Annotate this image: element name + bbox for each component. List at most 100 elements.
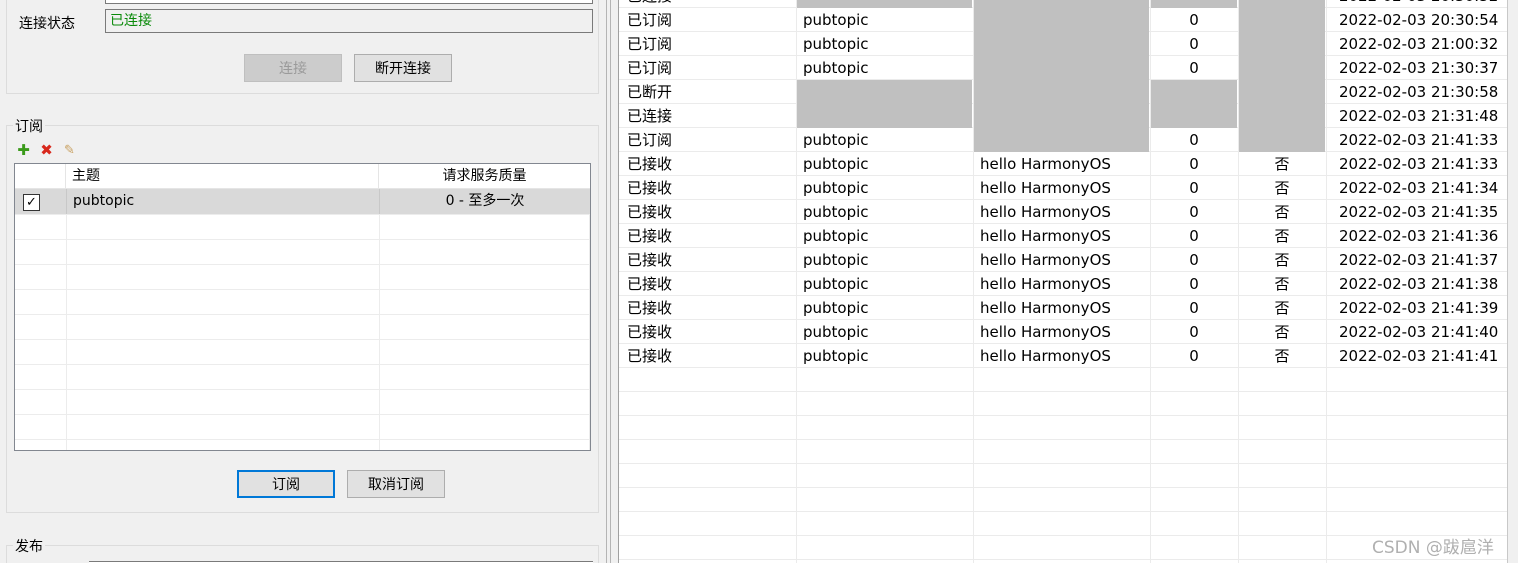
log-cell-time: 2022-02-03 21:41:38 (1339, 275, 1499, 293)
log-cell-qos: 0 (1189, 11, 1199, 29)
table-row[interactable]: 已接收 pubtopic hello HarmonyOS 0 否 2022-02-03 2… (619, 176, 1508, 200)
table-row[interactable]: 已订阅 pubtopic 0 2022-02-03 21:00:32 (619, 32, 1508, 56)
log-cell-event: 已订阅 (627, 131, 673, 149)
log-cell-event: 已接收 (627, 323, 673, 341)
unsubscribe-button[interactable]: 取消订阅 (347, 470, 445, 498)
log-cell-event: 已断开 (627, 83, 673, 101)
log-cell-retained (1239, 56, 1325, 80)
subscription-table: 主题 请求服务质量 ✓ pubtopic 0 - 至多一次 (14, 163, 591, 451)
qos-cell[interactable]: 0 - 至多一次 (379, 189, 590, 214)
log-cell-retained (1239, 32, 1325, 56)
connect-button[interactable]: 连接 (244, 54, 342, 82)
log-cell-qos: 0 (1189, 347, 1199, 365)
table-row[interactable]: 已连接 2022-02-03 21:31:48 (619, 104, 1508, 128)
log-cell-retained: 否 (1274, 203, 1290, 221)
log-cell-message (974, 104, 1149, 128)
log-cell-time: 2022-02-03 21:31:48 (1339, 107, 1499, 125)
log-cell-retained: 否 (1274, 275, 1290, 293)
log-cell-message (974, 56, 1149, 80)
log-cell-message: hello HarmonyOS (980, 155, 1111, 173)
eraser-icon[interactable]: ✎ (62, 143, 77, 158)
log-cell-qos: 0 (1189, 155, 1199, 173)
table-row[interactable]: 已订阅 pubtopic 0 2022-02-03 21:30:37 (619, 56, 1508, 80)
log-cell-event: 已订阅 (627, 59, 673, 77)
table-row[interactable]: ✓ pubtopic 0 - 至多一次 (15, 189, 590, 214)
log-cell-event: 已接收 (627, 275, 673, 293)
header-qos[interactable]: 请求服务质量 (379, 164, 590, 189)
log-cell-message: hello HarmonyOS (980, 179, 1111, 197)
log-cell-event: 已接收 (627, 251, 673, 269)
disconnect-button[interactable]: 断开连接 (354, 54, 452, 82)
log-cell-retained (1239, 0, 1325, 8)
log-cell-time: 2022-02-03 21:41:33 (1339, 131, 1499, 149)
table-row[interactable]: 已订阅 pubtopic 0 2022-02-03 20:30:54 (619, 8, 1508, 32)
log-cell-message: hello HarmonyOS (980, 323, 1111, 341)
log-cell-event: 已接收 (627, 155, 673, 173)
log-cell-retained (1239, 104, 1325, 128)
log-cell-event: 已连接 (627, 107, 673, 125)
log-cell-qos: 0 (1189, 35, 1199, 53)
log-cell-retained: 否 (1274, 227, 1290, 245)
subscription-table-header: 主题 请求服务质量 (15, 164, 590, 189)
log-cell-message (974, 8, 1149, 32)
log-cell-event: 已连接 (619, 0, 795, 8)
plus-icon[interactable]: ✚ (16, 143, 31, 158)
log-cell-qos: 0 (1189, 275, 1199, 293)
log-cell-message: hello HarmonyOS (980, 227, 1111, 245)
log-cell-message: hello HarmonyOS (980, 203, 1111, 221)
log-cell-event: 已订阅 (627, 11, 673, 29)
table-row[interactable]: 已接收 pubtopic hello HarmonyOS 0 否 2022-02-03 2… (619, 344, 1508, 368)
table-row[interactable]: 已接收 pubtopic hello HarmonyOS 0 否 2022-02-03 2… (619, 200, 1508, 224)
table-row[interactable]: 已接收 pubtopic hello HarmonyOS 0 否 2022-02-03 2… (619, 296, 1508, 320)
log-cell-time: 2022-02-03 21:41:33 (1339, 155, 1499, 173)
table-row[interactable]: 已订阅 pubtopic 0 2022-02-03 21:41:33 (619, 128, 1508, 152)
log-cell-event: 已接收 (627, 299, 673, 317)
table-row[interactable]: 已接收 pubtopic hello HarmonyOS 0 否 2022-02-03 2… (619, 272, 1508, 296)
log-cell-topic: pubtopic (803, 275, 869, 293)
table-row[interactable]: 已接收 pubtopic hello HarmonyOS 0 否 2022-02-03 2… (619, 320, 1508, 344)
log-cell-message: hello HarmonyOS (980, 251, 1111, 269)
log-cell-event: 已接收 (627, 227, 673, 245)
log-cell-topic: pubtopic (803, 203, 869, 221)
log-cell-event: 已订阅 (627, 35, 673, 53)
table-row[interactable]: 已接收 pubtopic hello HarmonyOS 0 否 2022-02-03 2… (619, 152, 1508, 176)
log-cell-topic (797, 0, 972, 8)
log-cell-qos: 0 (1189, 203, 1199, 221)
log-cell-time: 2022-02-03 21:00:32 (1339, 35, 1499, 53)
log-cell-message: hello HarmonyOS (980, 299, 1111, 317)
log-cell-event: 已接收 (627, 203, 673, 221)
subscribe-toolbar: ✚ ✖ ✎ (16, 143, 77, 159)
x-icon[interactable]: ✖ (39, 143, 54, 158)
log-cell-time: 2022-02-03 21:30:58 (1339, 83, 1499, 101)
log-cell-qos: 0 (1189, 131, 1199, 149)
header-topic[interactable]: 主题 (66, 164, 379, 189)
previous-field[interactable] (105, 0, 593, 4)
log-cell-time: 2022-02-03 21:41:36 (1339, 227, 1499, 245)
log-cell-topic: pubtopic (803, 323, 869, 341)
panel-splitter[interactable] (604, 0, 618, 563)
log-cell-message (974, 32, 1149, 56)
table-row[interactable]: 已接收 pubtopic hello HarmonyOS 0 否 2022-02-03 2… (619, 248, 1508, 272)
log-cell-retained: 否 (1274, 251, 1290, 269)
header-check[interactable] (15, 164, 66, 189)
log-cell-time: 2022-02-03 21:30:37 (1339, 59, 1499, 77)
log-cell-topic (797, 80, 972, 104)
log-cell-qos: 0 (1189, 299, 1199, 317)
log-cell-qos: 0 (1189, 227, 1199, 245)
message-log-table: 已连接 2022-02-03 20:30:52 已订阅 pubtopic 0 2022-0… (618, 0, 1508, 563)
checkbox[interactable]: ✓ (23, 194, 40, 211)
table-row[interactable]: 已断开 2022-02-03 21:30:58 (619, 80, 1508, 104)
log-cell-qos: 0 (1189, 59, 1199, 77)
log-cell-retained (1239, 128, 1325, 152)
log-cell-topic: pubtopic (803, 155, 869, 173)
publish-group-title: 发布 (13, 536, 45, 556)
log-cell-topic (797, 104, 972, 128)
log-cell-qos: 0 (1189, 323, 1199, 341)
connection-status-field: 已连接 (105, 9, 593, 33)
log-cell-retained: 否 (1274, 179, 1290, 197)
log-cell-topic: pubtopic (803, 251, 869, 269)
table-row[interactable]: 已连接 2022-02-03 20:30:52 (619, 0, 1508, 8)
subscribe-button[interactable]: 订阅 (237, 470, 335, 498)
log-cell-topic: pubtopic (803, 35, 869, 53)
table-row[interactable]: 已接收 pubtopic hello HarmonyOS 0 否 2022-02-03 2… (619, 224, 1508, 248)
